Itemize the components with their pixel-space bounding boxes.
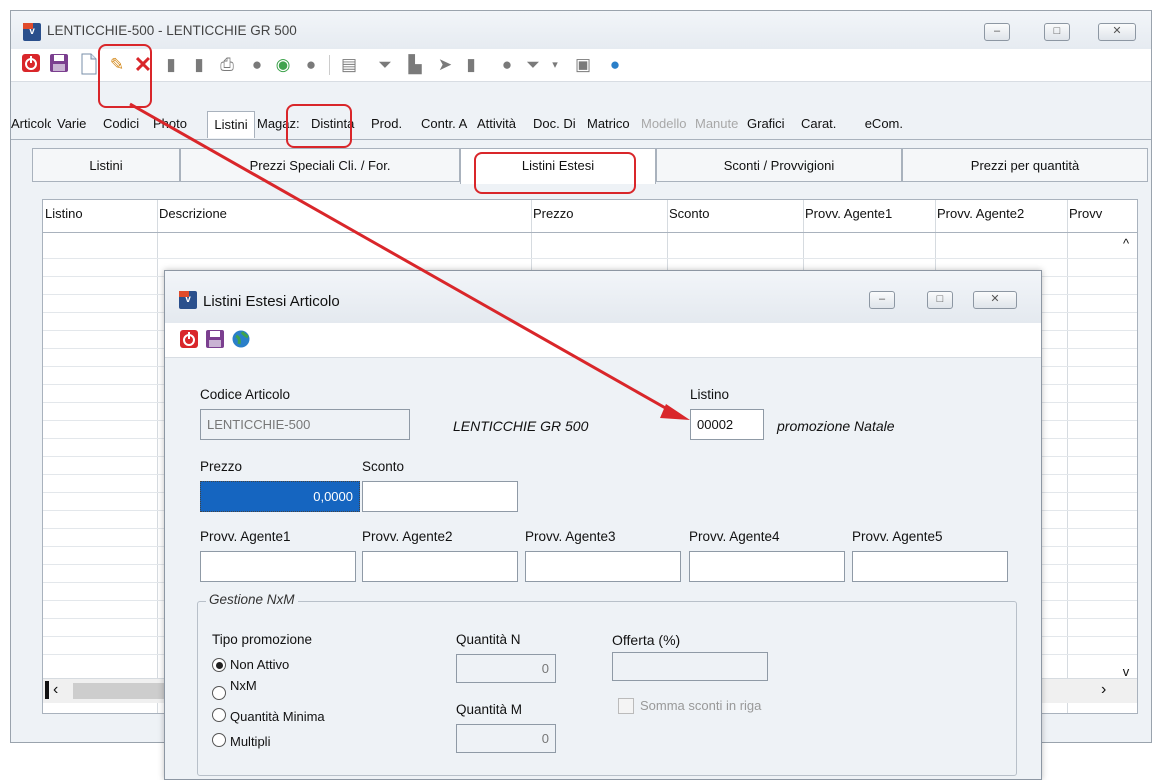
annotation-arrow: [129, 102, 690, 420]
